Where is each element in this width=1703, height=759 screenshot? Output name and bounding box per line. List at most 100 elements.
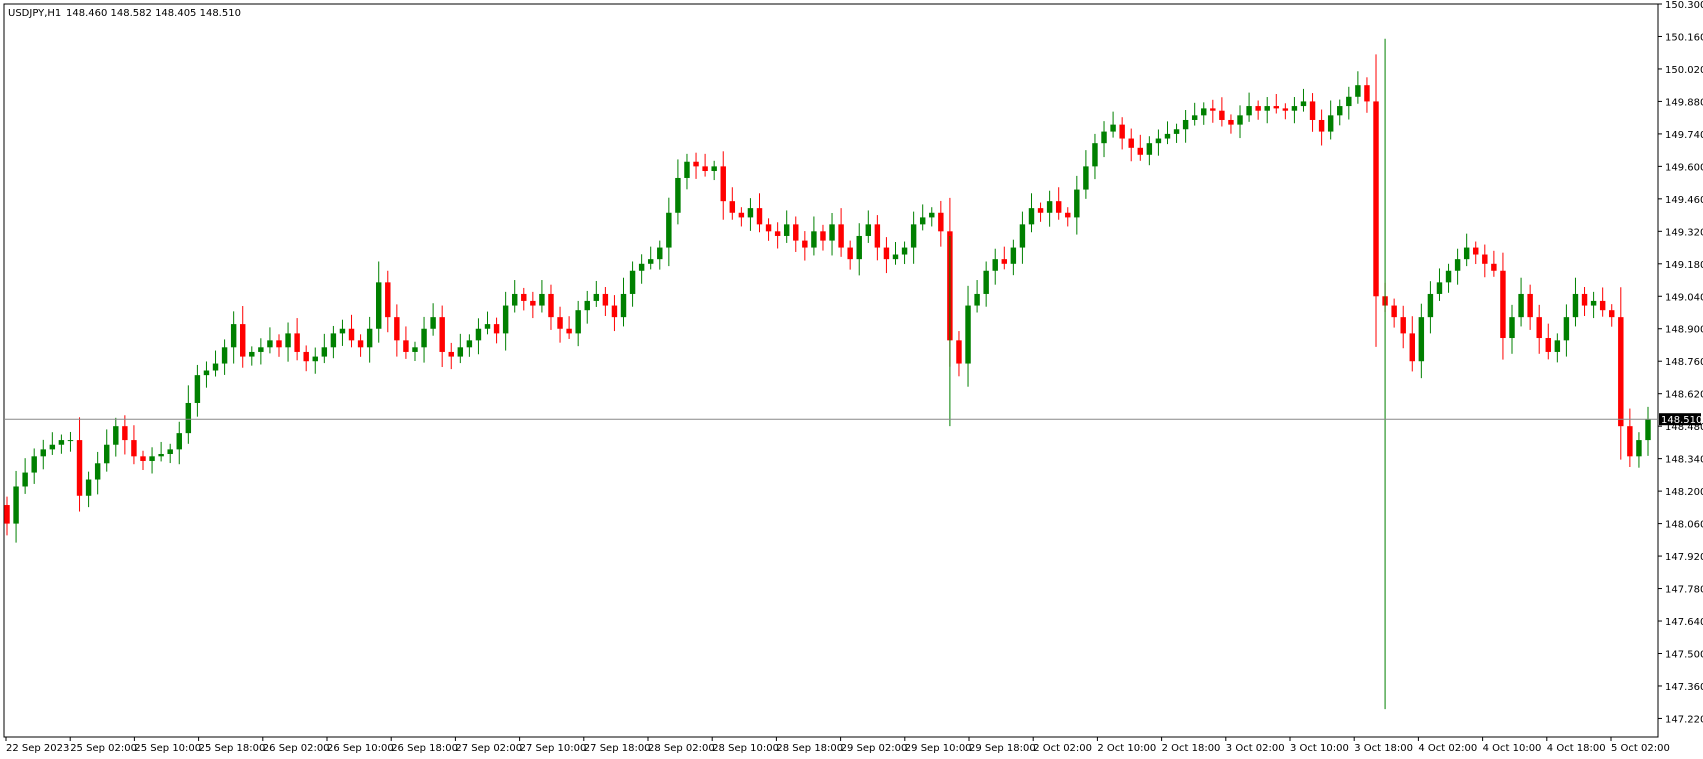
candle-body [58, 440, 65, 445]
candle-body [267, 340, 273, 348]
candle-body [611, 305, 618, 318]
candle-body [1373, 101, 1379, 297]
y-tick-label: 148.200 [1665, 487, 1703, 498]
candle-body [122, 426, 128, 441]
chart-canvas: USDJPY,H1 148.460 148.582 148.405 148.51… [0, 0, 1703, 759]
y-tick-label: 149.040 [1665, 292, 1703, 303]
x-tick-label: 29 Sep 02:00 [841, 743, 908, 754]
x-tick-label: 2 Oct 10:00 [1097, 743, 1156, 754]
candle-body [113, 426, 119, 445]
candle-body [1645, 419, 1651, 441]
candle-body [829, 224, 835, 241]
candle-body [4, 505, 10, 524]
candle-body [31, 456, 37, 473]
candle-body [1355, 85, 1361, 97]
x-tick-label: 27 Sep 10:00 [520, 743, 587, 754]
y-tick-label: 148.760 [1665, 357, 1703, 368]
candle-body [856, 235, 862, 260]
y-tick-label: 147.780 [1665, 585, 1703, 596]
candle-body [783, 224, 790, 236]
candle-body [258, 347, 264, 352]
x-tick-label: 3 Oct 02:00 [1226, 743, 1285, 754]
candle-body [1536, 317, 1542, 339]
candle-body [1119, 124, 1125, 139]
candle-body [956, 340, 962, 364]
candle-body [158, 454, 164, 457]
candle-body [1418, 317, 1425, 362]
candle-body [403, 340, 409, 352]
y-tick-label: 149.180 [1665, 260, 1703, 271]
x-tick-label: 2 Oct 18:00 [1162, 743, 1221, 754]
candle-body [584, 300, 590, 311]
candle-body [847, 247, 853, 260]
candle-body [203, 370, 210, 376]
x-tick-label: 26 Sep 10:00 [327, 743, 394, 754]
x-tick-label: 3 Oct 18:00 [1354, 743, 1413, 754]
candle-body [330, 333, 337, 348]
y-tick-label: 149.460 [1665, 195, 1703, 206]
x-tick-label: 2 Oct 02:00 [1033, 743, 1092, 754]
candle-body [557, 317, 563, 329]
candle-body [502, 305, 509, 334]
y-tick-label: 147.500 [1665, 649, 1703, 660]
candle-body [149, 456, 155, 461]
candle-body [1563, 317, 1570, 341]
candle-body [85, 479, 92, 496]
candle-body [1201, 108, 1207, 116]
candle-body [475, 328, 482, 341]
candle-body [1173, 129, 1180, 134]
candle-body [230, 324, 237, 348]
candle-body [629, 270, 636, 294]
candle-body [865, 224, 872, 236]
candle-body [1318, 119, 1325, 132]
candle-body [702, 166, 708, 172]
candle-body [140, 456, 146, 461]
candle-body [1427, 293, 1434, 318]
candle-body [919, 217, 926, 225]
candle-body [1327, 115, 1334, 132]
candle-body [1572, 293, 1579, 318]
candle-body [366, 328, 373, 348]
candle-body [1255, 106, 1261, 111]
candle-body [1219, 110, 1225, 120]
candle-body [1346, 96, 1352, 107]
candle-body [1545, 338, 1551, 352]
candle-body [1509, 317, 1515, 339]
candle-body [375, 282, 382, 329]
candle-body [1046, 201, 1053, 213]
candle-body [1155, 138, 1162, 144]
candle-body [747, 208, 754, 218]
candle-body [521, 293, 527, 301]
candle-body [1001, 259, 1008, 264]
candle-body [802, 240, 808, 248]
candle-body [448, 351, 454, 357]
candle-body [1518, 293, 1524, 318]
candle-body [738, 212, 745, 218]
candle-body [548, 293, 554, 318]
candle-body [1037, 208, 1044, 213]
candle-body [774, 231, 781, 236]
candle-body [22, 472, 28, 487]
x-tick-label: 26 Sep 18:00 [391, 743, 458, 754]
chart-background [0, 0, 1703, 759]
candle-body [1182, 119, 1189, 130]
candle-body [530, 300, 536, 306]
candle-body [1110, 124, 1116, 132]
candle-body [249, 351, 255, 357]
candle-body [647, 259, 654, 264]
candle-body [1581, 293, 1588, 306]
x-tick-label: 25 Sep 18:00 [199, 743, 266, 754]
x-tick-label: 25 Sep 10:00 [134, 743, 201, 754]
y-tick-label: 147.640 [1665, 617, 1703, 628]
candle-body [874, 224, 881, 248]
candle-body [1500, 270, 1506, 339]
candle-body [357, 340, 364, 348]
candle-body [240, 324, 246, 357]
candle-body [484, 324, 491, 329]
candle-body [1010, 247, 1017, 264]
candle-body [1618, 317, 1624, 427]
candle-body [938, 212, 944, 232]
y-tick-label: 149.880 [1665, 97, 1703, 108]
candle-body [67, 440, 74, 442]
y-tick-label: 147.920 [1665, 552, 1703, 563]
